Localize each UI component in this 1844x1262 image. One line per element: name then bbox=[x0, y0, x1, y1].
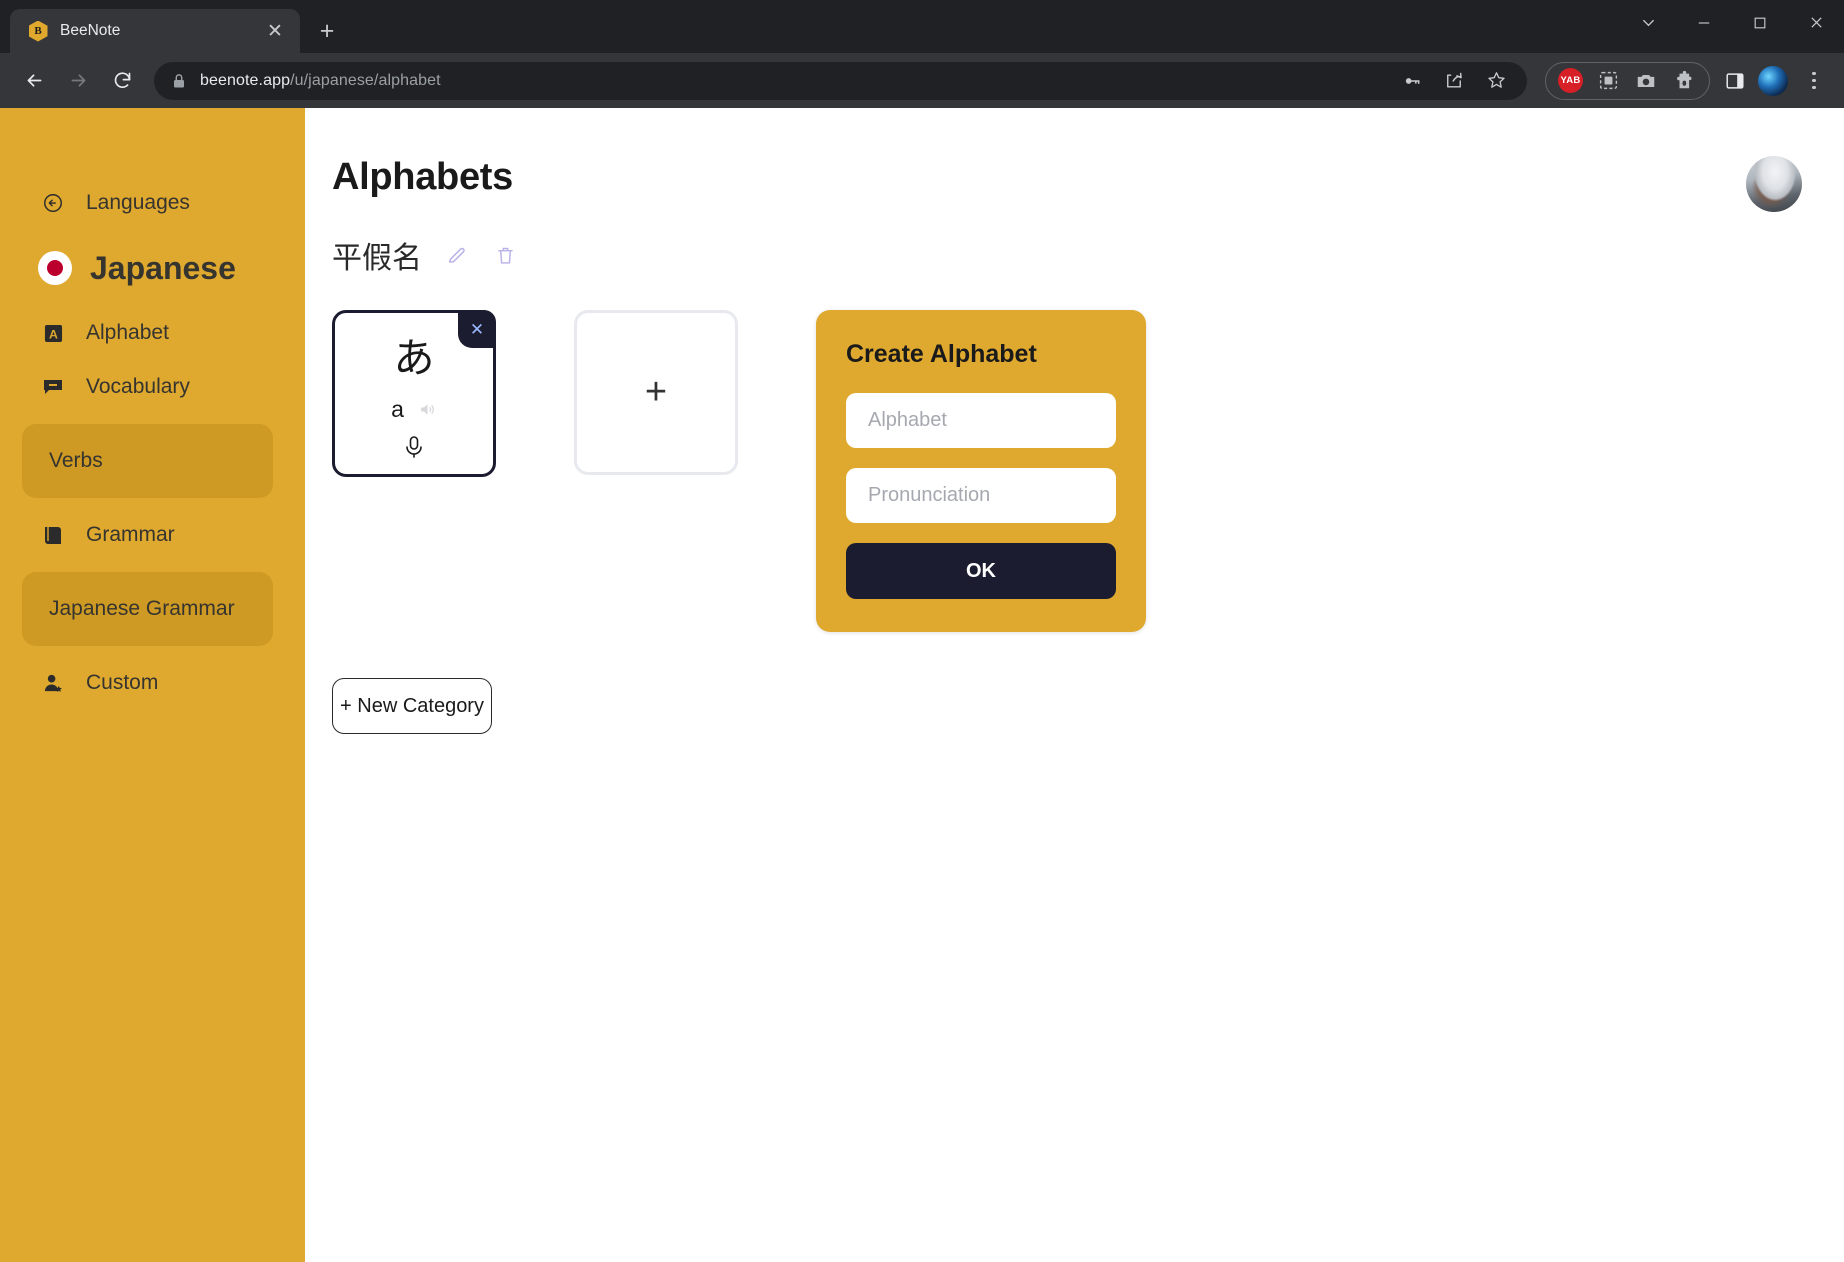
sidebar-item-label: Alphabet bbox=[86, 321, 169, 344]
dialog-title: Create Alphabet bbox=[846, 340, 1037, 368]
ok-button[interactable]: OK bbox=[846, 543, 1116, 599]
sidebar-item-languages[interactable]: Languages bbox=[0, 176, 305, 230]
minimize-button[interactable] bbox=[1676, 0, 1732, 45]
toolbar-right bbox=[1722, 65, 1830, 96]
new-category-button[interactable]: + New Category bbox=[332, 678, 492, 734]
extension-frame-icon[interactable] bbox=[1595, 68, 1621, 94]
browser-tab[interactable]: B BeeNote ✕ bbox=[10, 9, 300, 53]
speech-bubble-icon bbox=[40, 377, 66, 397]
pronunciation-text: a bbox=[391, 396, 404, 422]
sidebar-item-custom[interactable]: Custom bbox=[0, 656, 305, 710]
sidebar-item-alphabet[interactable]: A Alphabet bbox=[0, 306, 305, 360]
yab-extension-badge[interactable]: YAB bbox=[1558, 68, 1583, 93]
tab-search-chevron-icon[interactable] bbox=[1620, 0, 1676, 45]
bee-hex-icon: B bbox=[28, 20, 48, 42]
url-path: /u/japanese/alphabet bbox=[290, 71, 441, 89]
category-name: 平假名 bbox=[332, 242, 422, 275]
share-icon[interactable] bbox=[1441, 68, 1467, 94]
sidebar-item-label: Grammar bbox=[86, 523, 175, 546]
camera-icon[interactable] bbox=[1633, 68, 1659, 94]
user-avatar[interactable] bbox=[1746, 156, 1802, 212]
pronunciation-input[interactable] bbox=[846, 468, 1116, 523]
close-icon[interactable]: ✕ bbox=[458, 310, 496, 348]
maximize-button[interactable] bbox=[1732, 0, 1788, 45]
sidebar-item-label: Languages bbox=[86, 191, 190, 214]
side-panel-icon[interactable] bbox=[1722, 68, 1748, 94]
extension-pill: YAB bbox=[1545, 61, 1710, 100]
page-title: Alphabets bbox=[332, 156, 513, 198]
sidebar-item-grammar[interactable]: Grammar bbox=[0, 508, 305, 562]
pencil-icon[interactable] bbox=[444, 242, 470, 268]
sidebar-language-japanese[interactable]: Japanese bbox=[0, 230, 305, 306]
back-circle-icon bbox=[40, 192, 66, 214]
alphabet-cards-row: ✕ あ a + Create Alphabet Alphabet Pronunc… bbox=[332, 310, 1844, 632]
sidebar-item-vocabulary[interactable]: Vocabulary bbox=[0, 360, 305, 414]
url-text: beenote.app/u/japanese/alphabet bbox=[200, 72, 441, 90]
reload-icon[interactable] bbox=[102, 61, 142, 101]
pronunciation-row: a bbox=[391, 396, 437, 423]
browser-profile-avatar[interactable] bbox=[1758, 65, 1788, 96]
alphabet-input[interactable] bbox=[846, 393, 1116, 448]
sidebar-language-label: Japanese bbox=[90, 249, 236, 286]
sidebar-item-label: Vocabulary bbox=[86, 375, 190, 398]
page-viewport: Languages Japanese A Alphabet Vocabulary… bbox=[0, 108, 1844, 1262]
book-icon bbox=[40, 526, 66, 545]
tab-title: BeeNote bbox=[60, 22, 121, 39]
bookmark-star-icon[interactable] bbox=[1483, 68, 1509, 94]
address-bar[interactable]: beenote.app/u/japanese/alphabet bbox=[154, 61, 1527, 100]
browser-toolbar: beenote.app/u/japanese/alphabet YAB bbox=[0, 53, 1844, 108]
sidebar-item-label: Custom bbox=[86, 671, 159, 694]
password-key-icon[interactable] bbox=[1399, 68, 1425, 94]
alphabet-card[interactable]: ✕ あ a bbox=[332, 310, 496, 477]
lock-icon bbox=[172, 73, 186, 89]
sidebar-item-label: Japanese Grammar bbox=[49, 597, 235, 620]
japan-flag-icon bbox=[38, 251, 72, 285]
new-tab-button[interactable]: + bbox=[308, 12, 346, 50]
trash-icon[interactable] bbox=[492, 242, 518, 268]
sidebar-item-verbs[interactable]: Verbs bbox=[22, 424, 273, 498]
url-domain: beenote.app bbox=[200, 71, 291, 89]
kana-character: あ bbox=[393, 335, 435, 381]
forward-arrow-icon[interactable] bbox=[58, 61, 98, 101]
category-row: 平假名 bbox=[332, 233, 1844, 277]
main-content: Alphabets 平假名 ✕ あ a + Create Alphabet Al… bbox=[305, 108, 1844, 1262]
svg-text:A: A bbox=[49, 327, 58, 341]
window-close-button[interactable] bbox=[1788, 0, 1844, 45]
create-alphabet-dialog: Create Alphabet OK bbox=[816, 310, 1146, 632]
alphabet-a-icon: A bbox=[40, 324, 66, 343]
close-icon[interactable]: ✕ bbox=[262, 18, 288, 44]
sidebar-item-label: Verbs bbox=[49, 449, 103, 472]
scrollbar-track[interactable] bbox=[1838, 108, 1844, 1262]
kebab-menu-icon[interactable] bbox=[1798, 71, 1830, 90]
omnibox-actions bbox=[1399, 68, 1513, 94]
person-star-icon bbox=[40, 673, 66, 694]
app-sidebar: Languages Japanese A Alphabet Vocabulary… bbox=[0, 108, 305, 1262]
add-alphabet-card[interactable]: + bbox=[574, 310, 738, 475]
tab-strip: B BeeNote ✕ + bbox=[0, 0, 1844, 53]
window-controls bbox=[1620, 0, 1844, 45]
favicon-letter: B bbox=[28, 20, 48, 42]
speaker-icon[interactable] bbox=[418, 400, 437, 419]
back-arrow-icon[interactable] bbox=[14, 61, 54, 101]
sidebar-item-japanese-grammar[interactable]: Japanese Grammar bbox=[22, 572, 273, 646]
puzzle-icon[interactable] bbox=[1671, 68, 1697, 94]
browser-window: B BeeNote ✕ + beenote.app/u/japanese/alp… bbox=[0, 0, 1844, 1262]
microphone-icon[interactable] bbox=[403, 435, 425, 459]
